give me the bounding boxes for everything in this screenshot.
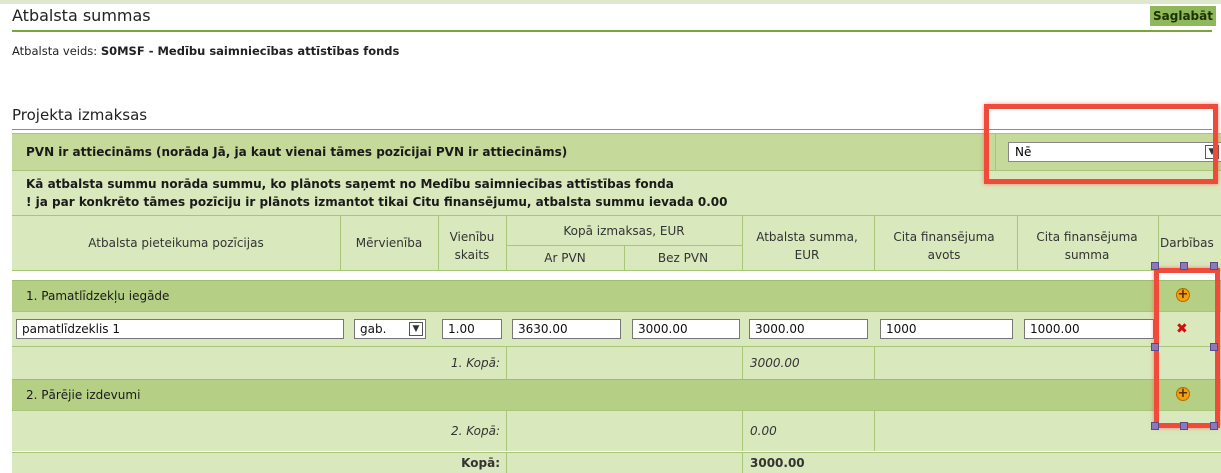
table-row: pamatlīdzeklis 1 gab. ▼ 1.00 3630.00 300… (12, 311, 1221, 346)
group-label: 2. Pārējie izdevumi (26, 388, 141, 402)
support-type-name: Medību saimniecības attīstības fonds (157, 44, 400, 58)
group-total-label: 2. Kopā: (450, 424, 500, 438)
group-total-value: 3000.00 (750, 356, 800, 370)
group-row: 1. Pamatlīdzekļu iegāde + (12, 280, 1221, 311)
support-type-code: S0MSF (100, 44, 145, 58)
top-strip (0, 0, 1221, 4)
with-vat-input[interactable]: 3630.00 (512, 319, 621, 339)
table-header: Atbalsta pieteikuma pozīcijas Mērvienība… (12, 215, 1221, 271)
resize-handle[interactable] (1151, 422, 1159, 430)
group-total-label: 1. Kopā: (450, 356, 500, 370)
group-total-value: 0.00 (750, 424, 777, 438)
header-total-costs: Kopā izmaksas, EUR (563, 224, 685, 238)
header-other-sum: Cita finansējuma summa (1036, 230, 1138, 262)
without-vat-input[interactable]: 3000.00 (632, 319, 740, 339)
unit-select-value: gab. (360, 322, 387, 336)
col-separator (742, 453, 743, 473)
support-type-line: Atbalsta veids: S0MSF - Medību saimniecī… (12, 44, 399, 58)
page-title: Atbalsta summas (12, 6, 151, 25)
pvn-label: PVN ir attiecināms (norāda Jā, ja kaut v… (26, 145, 568, 159)
other-source-input[interactable]: 1000 (880, 319, 1013, 339)
note-line-2: ! ja par konkrēto tāmes pozīciju ir plān… (26, 195, 728, 209)
chevron-down-icon[interactable]: ▼ (409, 322, 423, 336)
col-separator (874, 216, 875, 270)
qty-input[interactable]: 1.00 (442, 319, 502, 339)
grand-total-value: 3000.00 (750, 456, 805, 470)
col-separator (506, 453, 507, 473)
support-type-prefix: Atbalsta veids: (12, 44, 98, 58)
resize-handle[interactable] (1151, 343, 1159, 351)
highlight-box-pvn (984, 104, 1218, 184)
col-separator (742, 216, 743, 270)
support-sum-input[interactable]: 3000.00 (749, 319, 868, 339)
group-row: 2. Pārējie izdevumi + (12, 379, 1221, 410)
header-support-sum: Atbalsta summa, EUR (756, 230, 858, 262)
group-total-row: 2. Kopā: 0.00 (12, 410, 1221, 451)
resize-handle[interactable] (1180, 422, 1188, 430)
resize-handle[interactable] (1210, 262, 1218, 270)
support-type-separator: - (144, 44, 158, 58)
col-separator (506, 347, 507, 379)
grand-total-label: Kopā: (461, 456, 500, 470)
col-separator (506, 411, 507, 451)
header-other-source: Cita finansējuma avots (893, 230, 995, 262)
title-divider (12, 30, 1212, 32)
header-position: Atbalsta pieteikuma pozīcijas (88, 236, 264, 250)
resize-handle[interactable] (1180, 262, 1188, 270)
resize-handle[interactable] (1210, 343, 1218, 351)
group-label: 1. Pamatlīdzekļu iegāde (26, 289, 170, 303)
header-without-vat: Bez PVN (657, 251, 709, 265)
resize-handle[interactable] (1151, 262, 1159, 270)
col-separator (1017, 216, 1018, 270)
position-name-input[interactable]: pamatlīdzeklis 1 (16, 319, 344, 339)
section-title: Projekta izmaksas (12, 106, 148, 124)
resize-handle[interactable] (1210, 422, 1218, 430)
col-separator (874, 411, 875, 451)
note-line-1: Kā atbalsta summu norāda summu, ko plāno… (26, 177, 674, 191)
header-actions: Darbības (1160, 236, 1214, 250)
group-total-row: 1. Kopā: 3000.00 (12, 346, 1221, 379)
col-separator (742, 411, 743, 451)
save-button[interactable]: Saglabāt (1150, 6, 1216, 26)
unit-select[interactable]: gab. ▼ (354, 319, 426, 339)
header-unit: Mērvienība (355, 236, 423, 250)
header-qty: Vienību skaits (449, 230, 495, 262)
header-with-vat: Ar PVN (544, 251, 586, 265)
other-sum-input[interactable]: 1000.00 (1024, 319, 1154, 339)
col-separator (438, 216, 439, 270)
col-separator (742, 347, 743, 379)
col-separator (874, 347, 875, 379)
